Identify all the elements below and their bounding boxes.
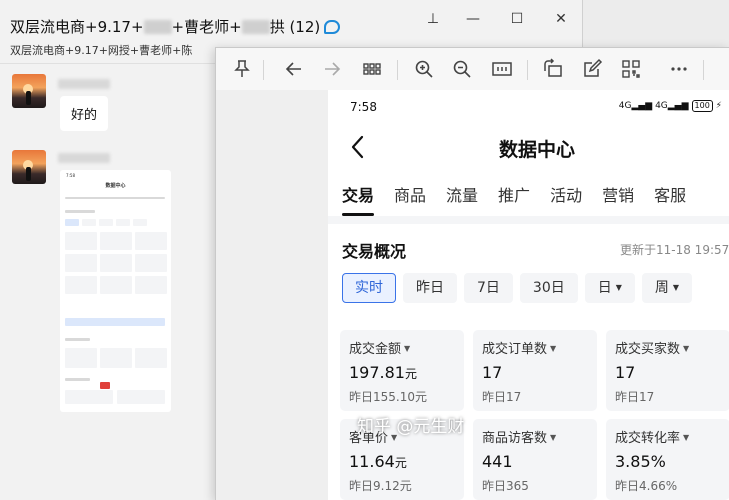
metric-card-visitors[interactable]: 商品访客数 ▼ 441 昨日365 [473, 419, 597, 500]
metric-unit: 元 [404, 367, 417, 381]
metric-label: 成交金额 [349, 342, 402, 357]
maximize-button[interactable]: ☐ [502, 6, 532, 32]
filter-yesterday[interactable]: 昨日 [403, 273, 457, 303]
chat-bubble-icon[interactable] [324, 20, 341, 34]
viewer-canvas: 7:58 4G▂▄▆ 4G▂▄▆ 100 ⚡ 数据中心 交易 商品 流量 推广 活动 营销客… [216, 90, 729, 500]
phone-screenshot: 7:58 4G▂▄▆ 4G▂▄▆ 100 ⚡ 数据中心 交易 商品 流量 推广 活动 营销客… [328, 90, 729, 500]
pin-button[interactable]: ⊥ [418, 6, 448, 32]
status-icons: 4G▂▄▆ 4G▂▄▆ 100 ⚡ [618, 100, 722, 112]
metric-label: 成交订单数 [482, 342, 548, 357]
pin-icon[interactable] [230, 57, 254, 81]
metric-value: 17 [615, 363, 636, 382]
filter-week[interactable]: 周 ▼ [641, 273, 693, 303]
battery-icon: 100 [691, 100, 713, 112]
metric-previous: 昨日4.66% [615, 479, 678, 493]
more-icon[interactable] [667, 57, 691, 81]
redacted-sender-name [58, 153, 110, 163]
back-arrow-icon[interactable] [282, 57, 306, 81]
close-button[interactable]: ✕ [546, 6, 576, 32]
metric-value: 11.64 [349, 452, 395, 471]
section-title: 交易概况 [342, 242, 407, 261]
signal-icon: 4G [618, 101, 632, 111]
tab-promotion[interactable]: 推广 [498, 182, 530, 206]
metric-value: 441 [482, 452, 513, 471]
zoom-in-icon[interactable] [412, 57, 436, 81]
caret-down-icon: ▼ [672, 283, 680, 292]
avatar[interactable] [12, 74, 46, 108]
caret-down-icon: ▼ [550, 344, 557, 353]
avatar[interactable] [12, 150, 46, 184]
tab-marketing[interactable]: 营销 [602, 182, 634, 206]
status-time: 7:58 [350, 100, 377, 114]
filter-30days[interactable]: 30日 [519, 273, 578, 303]
filter-realtime[interactable]: 实时 [342, 273, 396, 303]
rotate-icon[interactable] [541, 57, 565, 81]
tab-bar: 交易 商品 流量 推广 活动 营销 客服 [342, 182, 706, 216]
thumbnail-title: 数据中心 [105, 183, 126, 189]
metric-previous: 昨日17 [615, 390, 655, 404]
metric-card-conversion[interactable]: 成交转化率 ▼ 3.85% 昨日4.66% [606, 419, 729, 500]
metric-card-orders[interactable]: 成交订单数 ▼ 17 昨日17 [473, 330, 597, 411]
chat-title: 双层流电商+9.17+ +曹老师+ 拱 (12) [10, 16, 341, 37]
thumbnail-time: 7:58 [66, 173, 75, 178]
metric-value: 17 [482, 363, 503, 382]
tab-traffic[interactable]: 流量 [446, 182, 478, 206]
metric-unit: 元 [394, 456, 407, 470]
metric-value: 197.81 [349, 363, 405, 382]
tab-goods[interactable]: 商品 [394, 182, 426, 206]
zoom-out-icon[interactable] [450, 57, 474, 81]
metric-value: 3.85% [615, 452, 666, 471]
filter-day[interactable]: 日 ▼ [584, 273, 635, 303]
qr-scan-icon[interactable] [619, 57, 643, 81]
redacted-sender-name [58, 79, 110, 89]
metric-previous: 昨日155.10元 [349, 390, 427, 404]
grid-icon[interactable] [360, 57, 384, 81]
edit-icon[interactable] [580, 57, 604, 81]
caret-down-icon: ▼ [615, 283, 622, 292]
chat-title-text: 双层流电商+9.17+ [10, 18, 144, 36]
metric-previous: 昨日365 [482, 479, 529, 493]
redacted-name [143, 20, 172, 34]
metric-card-sales-amount[interactable]: 成交金额 ▼ 197.81元 昨日155.10元 [340, 330, 464, 411]
metric-label: 商品访客数 [482, 431, 548, 446]
tab-service[interactable]: 客服 [654, 182, 686, 206]
caret-down-icon: ▼ [404, 344, 411, 353]
time-filter-row: 实时 昨日 7日 30日日 ▼ 周 ▼ [342, 273, 699, 303]
image-message-thumbnail[interactable]: 7:58 数据中心 [60, 170, 171, 412]
minimize-button[interactable]: — [458, 6, 488, 32]
tab-activity[interactable]: 活动 [550, 182, 582, 206]
signal-icon: 4G [655, 101, 668, 111]
filter-7days[interactable]: 7日 [464, 273, 513, 303]
chat-title-text: +曹老师+ [171, 18, 242, 36]
chat-title-count: 拱 (12) [269, 18, 321, 36]
message-bubble[interactable]: 好的 [60, 96, 109, 131]
image-viewer-window: 7:58 4G▂▄▆ 4G▂▄▆ 100 ⚡ 数据中心 交易 商品 流量 推广 活动 营销客… [215, 47, 729, 500]
redacted-name [241, 20, 270, 34]
metric-previous: 昨日9.12元 [349, 479, 412, 493]
metric-card-buyers[interactable]: 成交买家数 ▼ 17 昨日17 [606, 330, 729, 411]
metric-label: 成交买家数 [615, 342, 681, 357]
tab-trade[interactable]: 交易 [342, 182, 375, 216]
metric-label: 成交转化率 [615, 431, 681, 446]
fit-icon[interactable] [490, 57, 514, 81]
page-title: 数据中心 [498, 139, 575, 161]
caret-down-icon: ▼ [550, 433, 557, 442]
caret-down-icon: ▼ [683, 433, 690, 442]
watermark: 知乎 @元生财 [357, 417, 465, 437]
updated-time: 更新于11-18 19:57 [620, 243, 729, 257]
forward-arrow-icon[interactable] [320, 57, 344, 81]
caret-down-icon: ▼ [683, 344, 690, 353]
chat-subtitle: 双层流电商+9.17+网授+曹老师+陈 [10, 44, 193, 57]
section-divider [328, 216, 729, 224]
metric-previous: 昨日17 [482, 390, 522, 404]
viewer-toolbar [216, 48, 729, 90]
